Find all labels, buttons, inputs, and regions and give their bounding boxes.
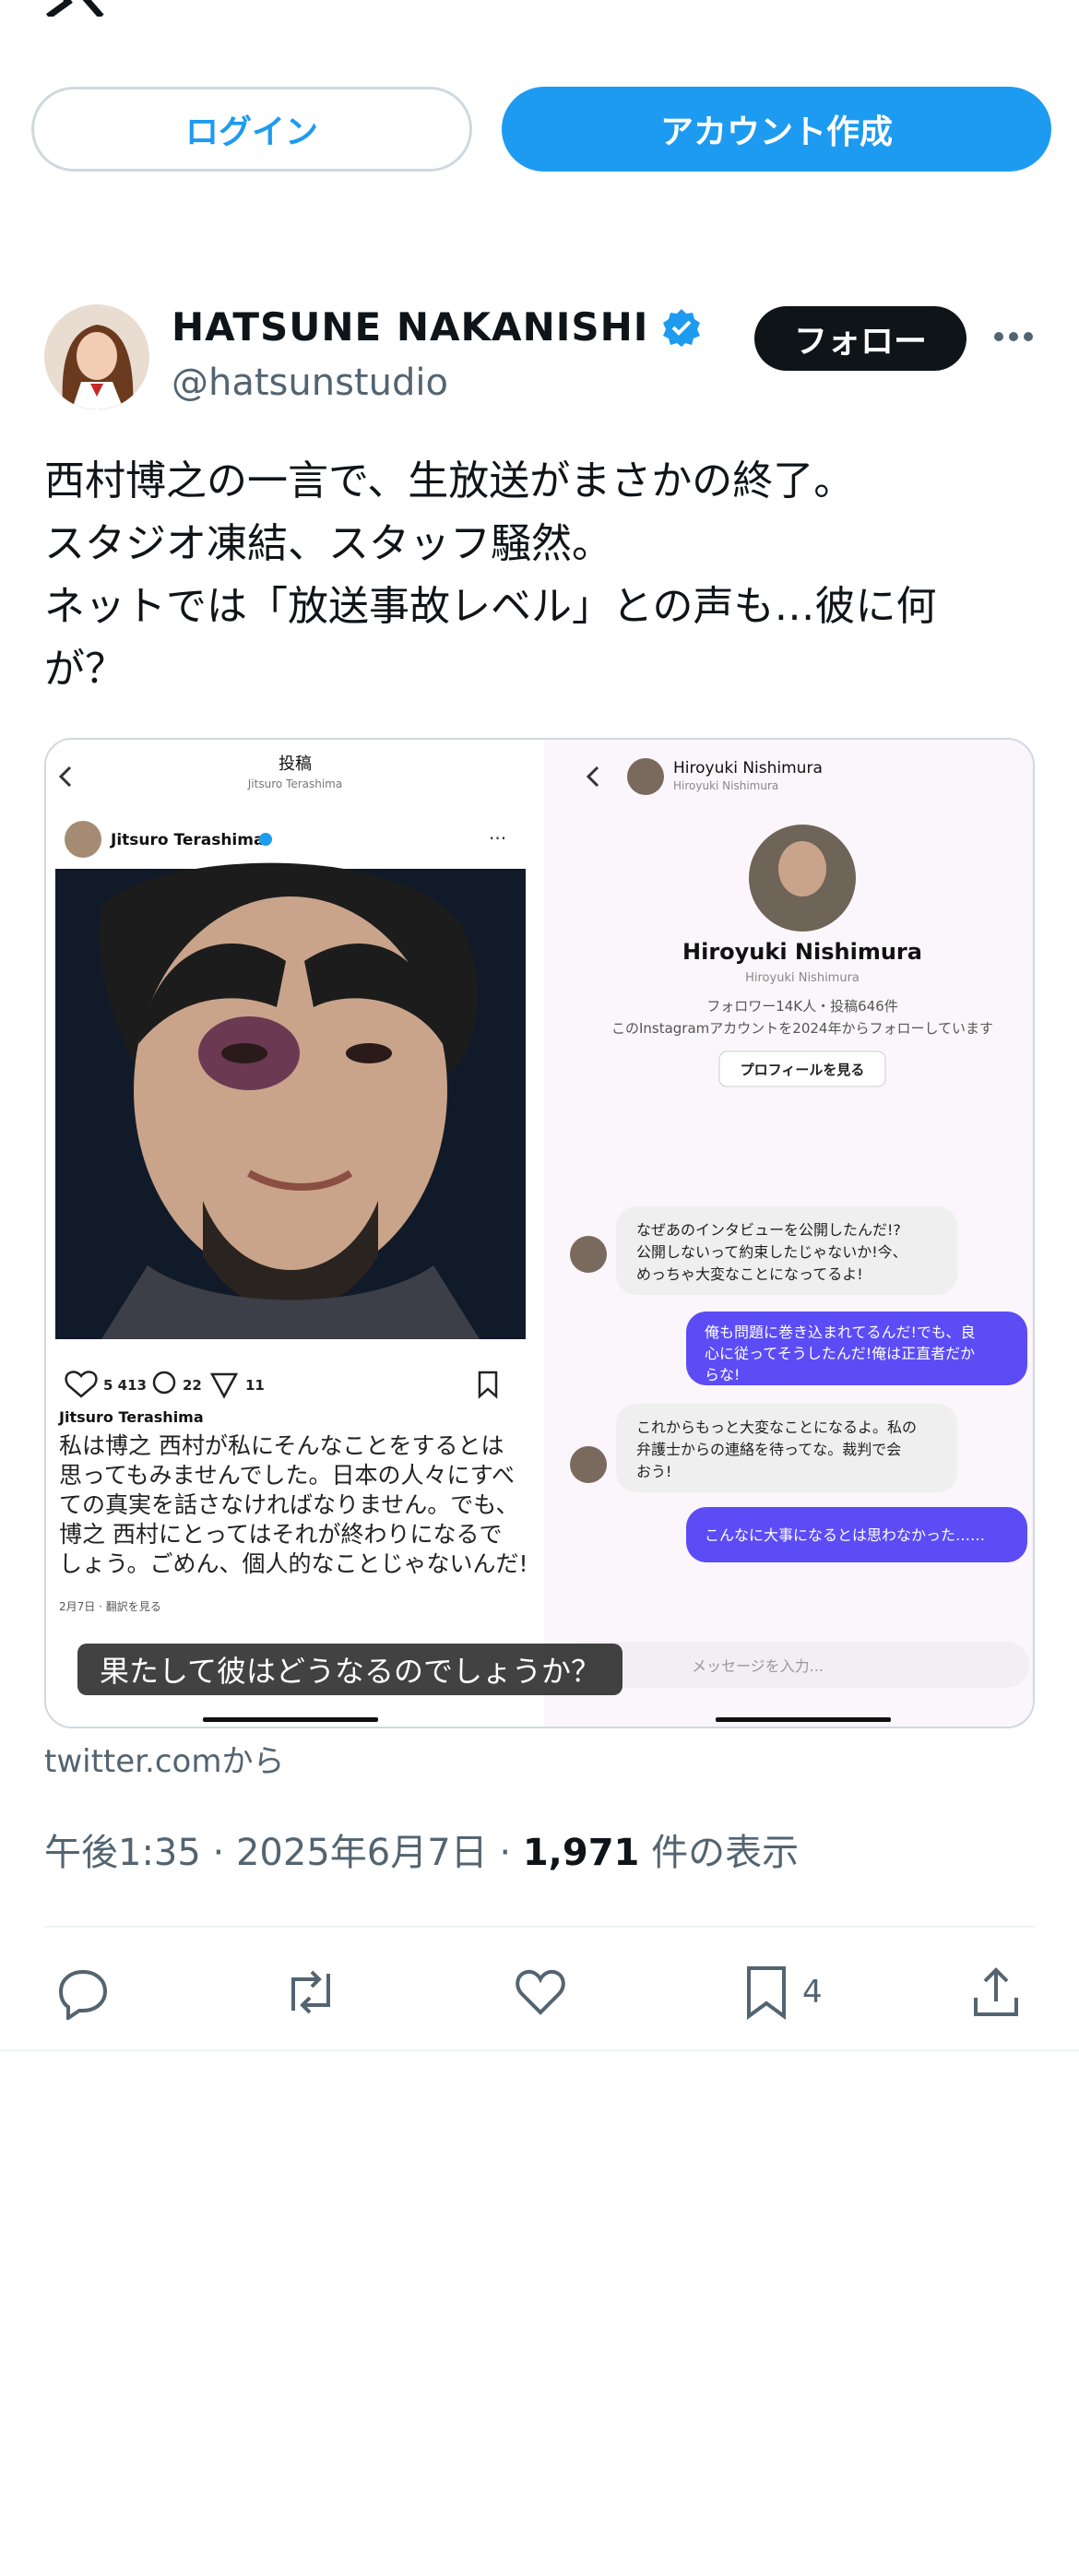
- retweet-icon: [291, 1970, 330, 2014]
- divider: [44, 1926, 1035, 1928]
- ig-verified-icon: [259, 833, 272, 846]
- like-button[interactable]: [513, 1955, 568, 2029]
- heart-icon: [516, 1969, 565, 2015]
- signup-button[interactable]: アカウント作成: [502, 87, 1051, 172]
- retweet-button[interactable]: [282, 1955, 339, 2029]
- ig-caption-line: ての真実を話さなければなりません。でも、: [59, 1491, 519, 1518]
- dm-message-line: こんなに大事になるとは思わなかった……: [705, 1526, 985, 1544]
- divider: [0, 2049, 1079, 2051]
- tweet-line: 西村博之の一言で、生放送がまさかの終了。: [44, 457, 855, 505]
- ig-date: 2月7日 · 翻訳を見る: [59, 1599, 161, 1613]
- tweet-time[interactable]: 午後1:35: [44, 1832, 201, 1874]
- tweet-date[interactable]: 2025年6月7日: [236, 1832, 488, 1874]
- dm-message-line: めっちゃ大変なことになってるよ!: [636, 1265, 863, 1283]
- user-name-row: HATSUNE NAKANISHI: [172, 304, 702, 350]
- home-indicator: [716, 1717, 891, 1722]
- dm-avatar: [570, 1446, 607, 1483]
- ig-author-name: Jitsuro Terashima: [110, 831, 264, 849]
- ig-caption-line: 博之 西村にとってはそれが終わりになるで: [59, 1521, 502, 1548]
- share-icon: [974, 1967, 1018, 2016]
- more-icon[interactable]: [992, 323, 1035, 350]
- dm-profile-stats: フォロワー14K人・投稿646件: [706, 998, 898, 1015]
- dm-message-line: 心に従ってそうしたんだ!俺は正直者だか: [705, 1345, 975, 1362]
- avatar[interactable]: [44, 304, 149, 410]
- bookmark-count: 4: [802, 1974, 823, 2011]
- video-caption: 果たして彼はどうなるのでしょうか？: [77, 1644, 623, 1695]
- dm-message-line: 公開しないって約束したじゃないか!今、: [636, 1243, 907, 1261]
- bookmark-button[interactable]: 4: [743, 1955, 823, 2029]
- ig-caption-line: 思ってもみませんでした。日本の人々にすべ: [59, 1462, 515, 1489]
- source-link[interactable]: twitter.comから: [44, 1736, 284, 1781]
- ig-photo: [55, 862, 526, 1339]
- login-button[interactable]: ログイン: [31, 87, 472, 172]
- dm-profile-sub: Hiroyuki Nishimura: [745, 971, 860, 985]
- ig-like-count: 5 413: [103, 1377, 147, 1394]
- user-name[interactable]: HATSUNE NAKANISHI: [172, 304, 648, 350]
- tweet-text: 西村博之の一言で、生放送がまさかの終了。 スタジオ凍結、スタッフ騒然。 ネットで…: [44, 450, 1040, 701]
- share-button[interactable]: [970, 1955, 1022, 2029]
- dm-avatar: [570, 1236, 607, 1273]
- ig-more-icon: ···: [489, 827, 506, 849]
- dm-profile-name: Hiroyuki Nishimura: [682, 939, 922, 965]
- dm-input-placeholder: メッセージを入力...: [692, 1657, 824, 1675]
- dm-header-avatar: [627, 758, 664, 795]
- dm-header-sub: Hiroyuki Nishimura: [673, 779, 778, 792]
- tweet-line: スタジオ凍結、スタッフ騒然。: [44, 520, 612, 567]
- view-count: 1,971: [522, 1832, 640, 1874]
- tweet-line: ネットでは「放送事故レベル」との声も…彼に何: [44, 583, 937, 630]
- tweet-media-image[interactable]: 投稿 Jitsuro Terashima Jitsuro Terashima ·…: [44, 738, 1035, 1728]
- verified-badge-icon: [663, 308, 701, 347]
- reply-icon: [58, 1969, 108, 2020]
- dm-message-line: 弁護士からの連絡を待ってな。裁判で会: [636, 1441, 901, 1458]
- ig-caption-author: Jitsuro Terashima: [58, 1408, 204, 1426]
- meta-separator: ·: [200, 1832, 236, 1874]
- view-label: 件の表示: [639, 1832, 800, 1874]
- follow-button[interactable]: フォロー: [754, 306, 966, 371]
- dm-message-line: 俺も問題に巻き込まれてるんだ!でも、良: [705, 1324, 975, 1341]
- tweet-line: が？: [44, 646, 125, 693]
- home-indicator: [203, 1717, 378, 1722]
- dm-message-line: らな!: [705, 1366, 740, 1383]
- dm-message-line: これからもっと大変なことになるよ。私の: [636, 1419, 917, 1436]
- ig-share-count: 11: [245, 1377, 265, 1394]
- dm-message-line: なぜあのインタビューを公開したんだ!?: [636, 1221, 901, 1239]
- dm-follow-note: このInstagramアカウントを2024年からフォローしています: [611, 1020, 993, 1037]
- ig-caption-line: 私は博之 西村が私にそんなことをするとは: [59, 1432, 504, 1459]
- ig-comment-count: 22: [183, 1377, 202, 1394]
- ig-author-avatar: [65, 821, 101, 858]
- ig-post-title: 投稿: [279, 754, 312, 774]
- meta-separator: ·: [487, 1832, 523, 1874]
- reply-button[interactable]: [55, 1955, 111, 2029]
- bookmark-icon: [747, 1966, 786, 2020]
- dm-header-name: Hiroyuki Nishimura: [673, 759, 823, 778]
- x-logo-icon[interactable]: [44, 0, 105, 17]
- dm-view-profile-label: プロフィールを見る: [741, 1062, 865, 1078]
- tweet-meta: 午後1:35 · 2025年6月7日 · 1,971 件の表示: [44, 1822, 799, 1876]
- user-handle[interactable]: @hatsunstudio: [172, 362, 448, 404]
- dm-message-line: おう!: [636, 1463, 671, 1480]
- ig-post-subtitle: Jitsuro Terashima: [247, 778, 342, 790]
- ig-caption-line: しょう。ごめん、個人的なことじゃないんだ!: [59, 1550, 528, 1577]
- action-bar: 4: [0, 1955, 1079, 2029]
